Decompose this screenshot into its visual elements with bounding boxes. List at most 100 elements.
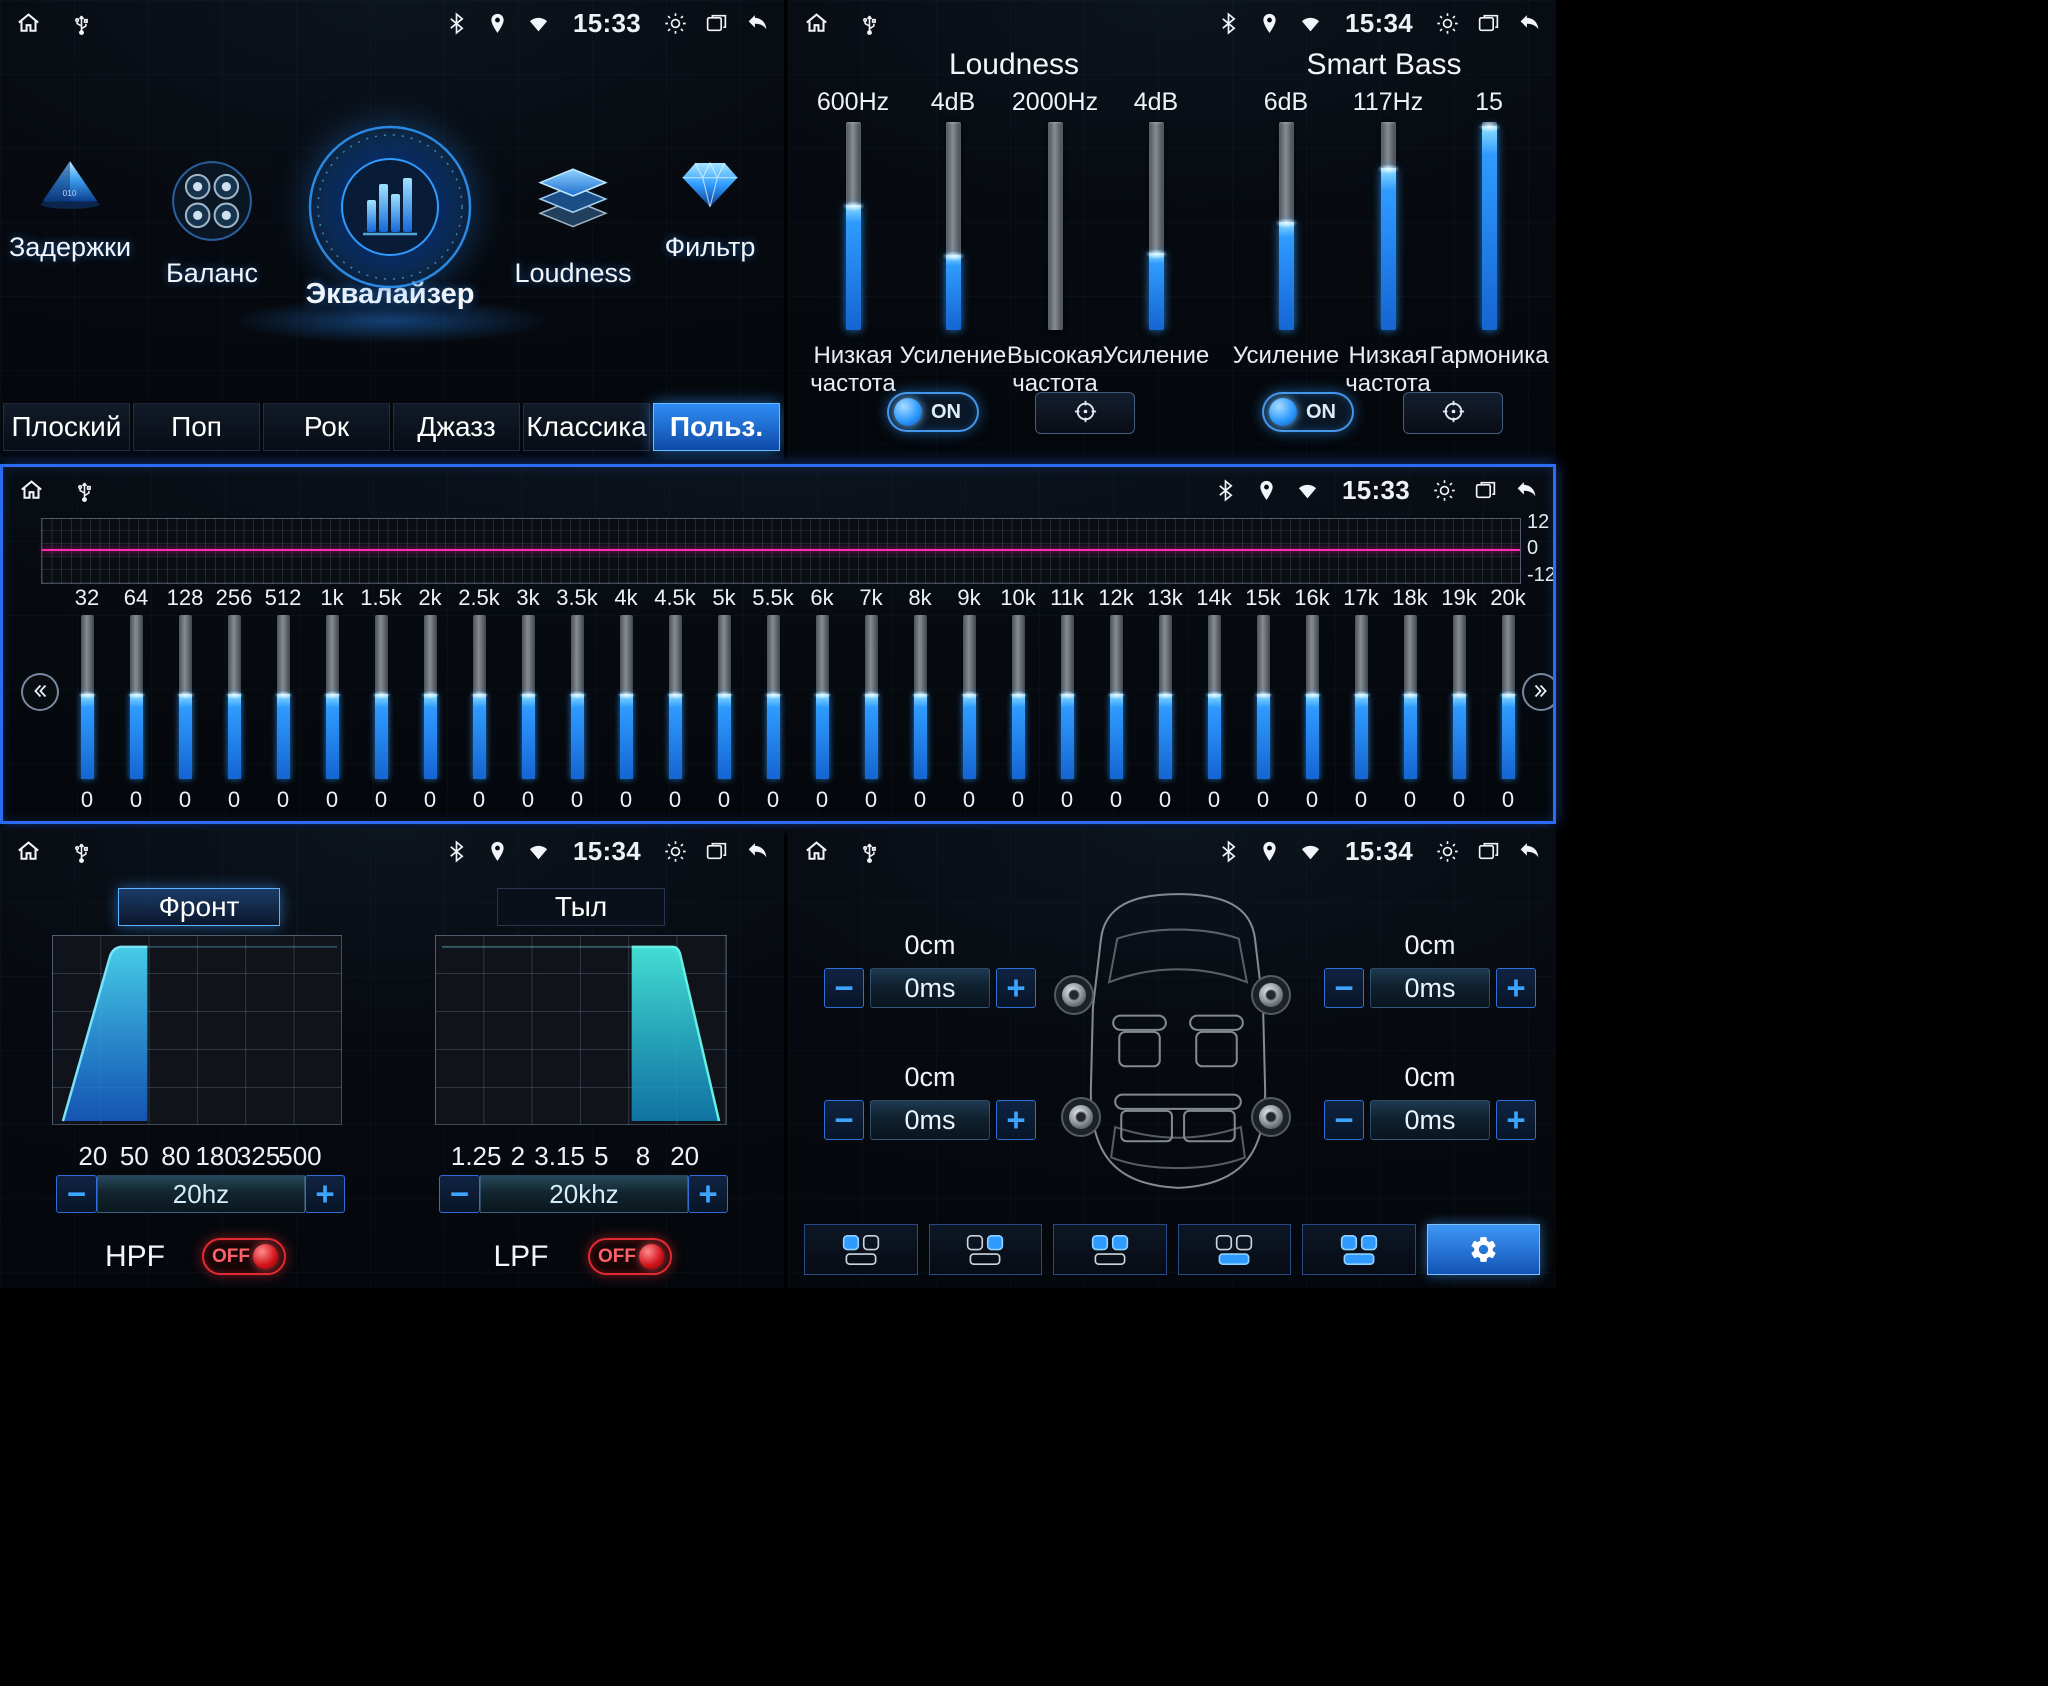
slider-track[interactable]: [1279, 122, 1294, 330]
band-slider[interactable]: [228, 615, 241, 779]
prev-page-button[interactable]: [21, 673, 59, 711]
hpf-off-toggle[interactable]: OFF: [202, 1238, 286, 1275]
band-slider[interactable]: [81, 615, 94, 779]
band-slider[interactable]: [130, 615, 143, 779]
next-page-button[interactable]: [1522, 673, 1556, 711]
band-slider[interactable]: [179, 615, 192, 779]
brightness-icon[interactable]: [663, 839, 688, 864]
band-slider[interactable]: [718, 615, 731, 779]
home-icon[interactable]: [802, 9, 831, 38]
band-slider[interactable]: [620, 615, 633, 779]
preset-button-5[interactable]: Классика: [523, 403, 650, 451]
band-slider[interactable]: [1453, 615, 1466, 779]
slider-track[interactable]: [946, 122, 961, 330]
zone-button-rear[interactable]: [1178, 1224, 1292, 1275]
recents-icon[interactable]: [704, 11, 729, 36]
hpf-plus-button[interactable]: +: [305, 1175, 345, 1213]
back-icon[interactable]: [745, 11, 770, 36]
band-slider[interactable]: [1208, 615, 1221, 779]
menu-item-filter[interactable]: Фильтр: [620, 152, 784, 263]
band-slider[interactable]: [375, 615, 388, 779]
delay-plus-button[interactable]: +: [1496, 968, 1536, 1008]
home-icon[interactable]: [14, 9, 43, 38]
preset-button-1[interactable]: Плоский: [3, 403, 130, 451]
delay-plus-button[interactable]: +: [996, 968, 1036, 1008]
band-slider[interactable]: [914, 615, 927, 779]
band-slider[interactable]: [1110, 615, 1123, 779]
band-slider[interactable]: [1306, 615, 1319, 779]
band-slider[interactable]: [424, 615, 437, 779]
brightness-icon[interactable]: [1435, 11, 1460, 36]
menu-item-equalizer[interactable]: Эквалайзер: [300, 120, 480, 311]
home-icon[interactable]: [17, 476, 46, 505]
slider-track[interactable]: [1048, 122, 1063, 330]
preset-button-6[interactable]: Польз.: [653, 403, 780, 451]
recents-icon[interactable]: [1476, 11, 1501, 36]
band-slider[interactable]: [865, 615, 878, 779]
delay-time-value: 0ms: [870, 1100, 990, 1140]
toggle-knob: [894, 398, 922, 426]
band-slider[interactable]: [277, 615, 290, 779]
delay-minus-button[interactable]: −: [824, 968, 864, 1008]
preset-button-2[interactable]: Поп: [133, 403, 260, 451]
tab-front[interactable]: Фронт: [118, 888, 280, 926]
settings-button[interactable]: [1427, 1224, 1541, 1275]
band-slider[interactable]: [1159, 615, 1172, 779]
brightness-icon[interactable]: [1432, 478, 1457, 503]
menu-item-balance[interactable]: Баланс: [122, 158, 302, 289]
zone-button-front[interactable]: [1053, 1224, 1167, 1275]
band-slider[interactable]: [571, 615, 584, 779]
statusbar-left: [802, 9, 882, 38]
delay-minus-button[interactable]: −: [1324, 968, 1364, 1008]
back-icon[interactable]: [1514, 478, 1539, 503]
band-slider[interactable]: [1355, 615, 1368, 779]
back-icon[interactable]: [1517, 11, 1542, 36]
back-icon[interactable]: [1517, 839, 1542, 864]
slider-track[interactable]: [846, 122, 861, 330]
preset-button-4[interactable]: Джазз: [393, 403, 520, 451]
band-slider[interactable]: [1404, 615, 1417, 779]
band-slider[interactable]: [1502, 615, 1515, 779]
band-freq-label: 5k: [700, 585, 748, 613]
delay-minus-button[interactable]: −: [1324, 1100, 1364, 1140]
delay-plus-button[interactable]: +: [1496, 1100, 1536, 1140]
loudness-reset-button[interactable]: [1035, 392, 1135, 434]
band-slider[interactable]: [816, 615, 829, 779]
band-slider[interactable]: [326, 615, 339, 779]
slider-track[interactable]: [1381, 122, 1396, 330]
tab-rear[interactable]: Тыл: [497, 888, 665, 926]
zone-button-all[interactable]: [1302, 1224, 1416, 1275]
band-fill: [130, 694, 143, 779]
brightness-icon[interactable]: [663, 11, 688, 36]
home-icon[interactable]: [802, 837, 831, 866]
smartbass-reset-button[interactable]: [1403, 392, 1503, 434]
recents-icon[interactable]: [1476, 839, 1501, 864]
band-slider[interactable]: [473, 615, 486, 779]
lpf-minus-button[interactable]: −: [439, 1175, 480, 1213]
preset-button-3[interactable]: Рок: [263, 403, 390, 451]
slider-track[interactable]: [1482, 122, 1497, 330]
back-icon[interactable]: [745, 839, 770, 864]
lpf-off-toggle[interactable]: OFF: [588, 1238, 672, 1275]
lpf-plus-button[interactable]: +: [688, 1175, 728, 1213]
band-slider[interactable]: [669, 615, 682, 779]
home-icon[interactable]: [14, 837, 43, 866]
recents-icon[interactable]: [1473, 478, 1498, 503]
band-slider[interactable]: [1257, 615, 1270, 779]
loudness-on-toggle[interactable]: ON: [887, 392, 979, 432]
chevrons-left-icon: [29, 680, 51, 705]
smartbass-on-toggle[interactable]: ON: [1262, 392, 1354, 432]
brightness-icon[interactable]: [1435, 839, 1460, 864]
band-slider[interactable]: [522, 615, 535, 779]
band-slider[interactable]: [1012, 615, 1025, 779]
zone-button-passenger[interactable]: [929, 1224, 1043, 1275]
slider-track[interactable]: [1149, 122, 1164, 330]
band-slider[interactable]: [963, 615, 976, 779]
delay-minus-button[interactable]: −: [824, 1100, 864, 1140]
band-slider[interactable]: [1061, 615, 1074, 779]
band-slider[interactable]: [767, 615, 780, 779]
hpf-minus-button[interactable]: −: [56, 1175, 97, 1213]
zone-button-driver[interactable]: [804, 1224, 918, 1275]
recents-icon[interactable]: [704, 839, 729, 864]
delay-plus-button[interactable]: +: [996, 1100, 1036, 1140]
